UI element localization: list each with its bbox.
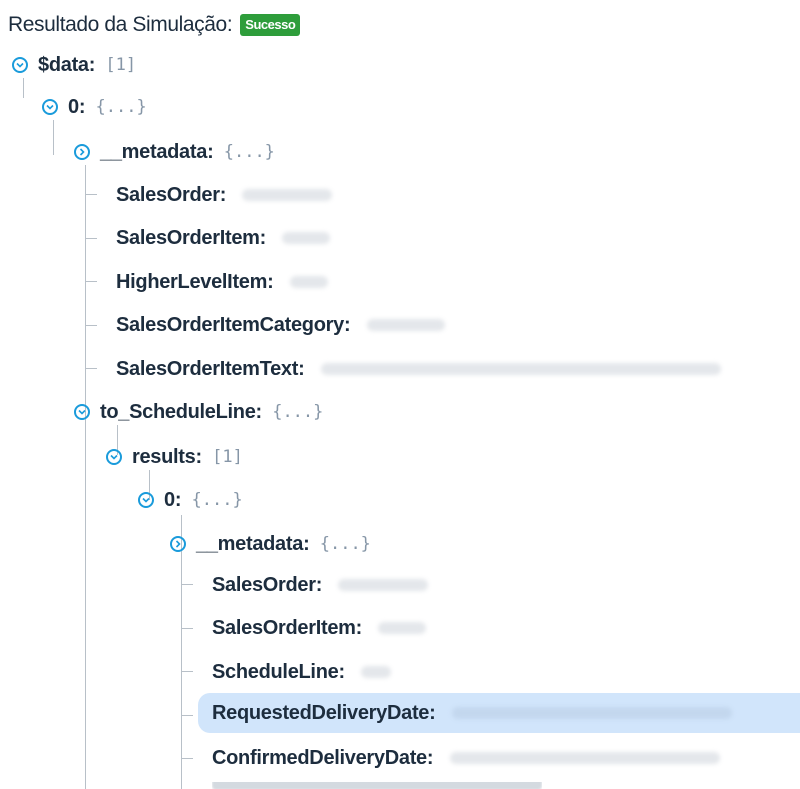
tree-node-meta: {...}	[319, 534, 371, 554]
tree-node-key: HigherLevelItem	[116, 270, 268, 293]
tree-node-key: to_ScheduleLine	[100, 400, 256, 423]
tree-connector	[181, 758, 193, 759]
tree-leaf-salesorderitem[interactable]: SalesOrderItem:	[116, 218, 331, 258]
chevron-right-icon[interactable]	[74, 144, 90, 160]
chevron-down-icon[interactable]	[106, 449, 122, 465]
tree-node-meta: {...}	[95, 97, 147, 117]
tree-node-key: __metadata	[196, 532, 304, 555]
chevron-down-icon[interactable]	[42, 99, 58, 115]
tree-node-to-scheduleline[interactable]: to_ScheduleLine: {...}	[74, 392, 323, 432]
tree-node-meta: {...}	[223, 142, 275, 162]
tree-connector	[181, 671, 193, 672]
tree-leaf-salesorderitemcategory[interactable]: SalesOrderItemCategory:	[116, 305, 445, 345]
chevron-down-icon[interactable]	[12, 57, 28, 73]
tree-node-meta: [1]	[212, 447, 243, 467]
tree-leaf-confirmeddeliverydate[interactable]: ConfirmedDeliveryDate:	[212, 738, 720, 778]
tree-node-data[interactable]: $data: [1]	[12, 45, 136, 85]
tree-connector	[181, 715, 193, 716]
tree-node-meta: {...}	[191, 490, 243, 510]
tree-connector	[181, 584, 193, 585]
redacted-value	[338, 579, 429, 591]
tree-node-metadata[interactable]: __metadata: {...}	[170, 524, 371, 564]
tree-node-key: SalesOrderItem	[212, 616, 356, 639]
tree-node-key: RequestedDeliveryDate	[212, 701, 430, 724]
redacted-value	[366, 319, 445, 331]
redacted-value	[289, 276, 328, 288]
tree-node-item-0[interactable]: 0: {...}	[42, 87, 147, 127]
tree-node-results[interactable]: results: [1]	[106, 437, 243, 477]
redacted-value	[378, 622, 427, 634]
chevron-down-icon[interactable]	[138, 492, 154, 508]
tree-node-key: 0	[68, 95, 79, 118]
tree-leaf-salesorderitem[interactable]: SalesOrderItem:	[212, 608, 427, 648]
tree-leaf-salesorder[interactable]: SalesOrder:	[212, 565, 429, 605]
tree-node-key: SalesOrderItem	[116, 226, 260, 249]
tree-node-key: SalesOrderItemText	[116, 357, 299, 380]
tree-node-key: results	[132, 445, 196, 468]
tree-node-key: $data	[38, 53, 89, 76]
tree-leaf-scheduleline[interactable]: ScheduleLine:	[212, 652, 392, 692]
redacted-value	[451, 707, 732, 719]
tree-node-results-item-0[interactable]: 0: {...}	[138, 480, 243, 520]
tree-connector	[85, 325, 97, 326]
tree-connector	[85, 194, 97, 195]
tree-connector	[85, 238, 97, 239]
chevron-down-icon[interactable]	[74, 404, 90, 420]
tree-connector	[85, 368, 97, 369]
redacted-value	[282, 232, 331, 244]
tree-leaf-higherlevelitem[interactable]: HigherLevelItem:	[116, 262, 328, 302]
tree-node-key: ScheduleLine	[212, 660, 339, 683]
tree-leaf-requesteddeliverydate[interactable]: RequestedDeliveryDate:	[198, 693, 800, 733]
clipped-row	[212, 782, 542, 789]
redacted-value	[361, 666, 392, 678]
chevron-right-icon[interactable]	[170, 536, 186, 552]
tree-node-key: SalesOrderItemCategory	[116, 313, 344, 336]
tree-node-meta: {...}	[272, 402, 324, 422]
tree-node-key: __metadata	[100, 140, 208, 163]
redacted-value	[320, 363, 721, 375]
tree-connector	[85, 281, 97, 282]
tree-node-key: 0	[164, 488, 175, 511]
tree-node-meta: [1]	[105, 55, 137, 75]
redacted-value	[242, 189, 333, 201]
tree-guide-line	[85, 165, 86, 789]
tree-node-key: SalesOrder	[116, 183, 220, 206]
tree-node-key: ConfirmedDeliveryDate	[212, 746, 427, 769]
tree-node-key: SalesOrder	[212, 573, 316, 596]
tree-node-metadata[interactable]: __metadata: {...}	[74, 132, 275, 172]
tree-connector	[181, 628, 193, 629]
redacted-value	[449, 752, 720, 764]
json-tree: $data: [1] 0: {...} __metadata: {...} Sa…	[0, 0, 800, 789]
tree-leaf-salesorder[interactable]: SalesOrder:	[116, 175, 333, 215]
tree-leaf-salesorderitemtext[interactable]: SalesOrderItemText:	[116, 349, 721, 389]
